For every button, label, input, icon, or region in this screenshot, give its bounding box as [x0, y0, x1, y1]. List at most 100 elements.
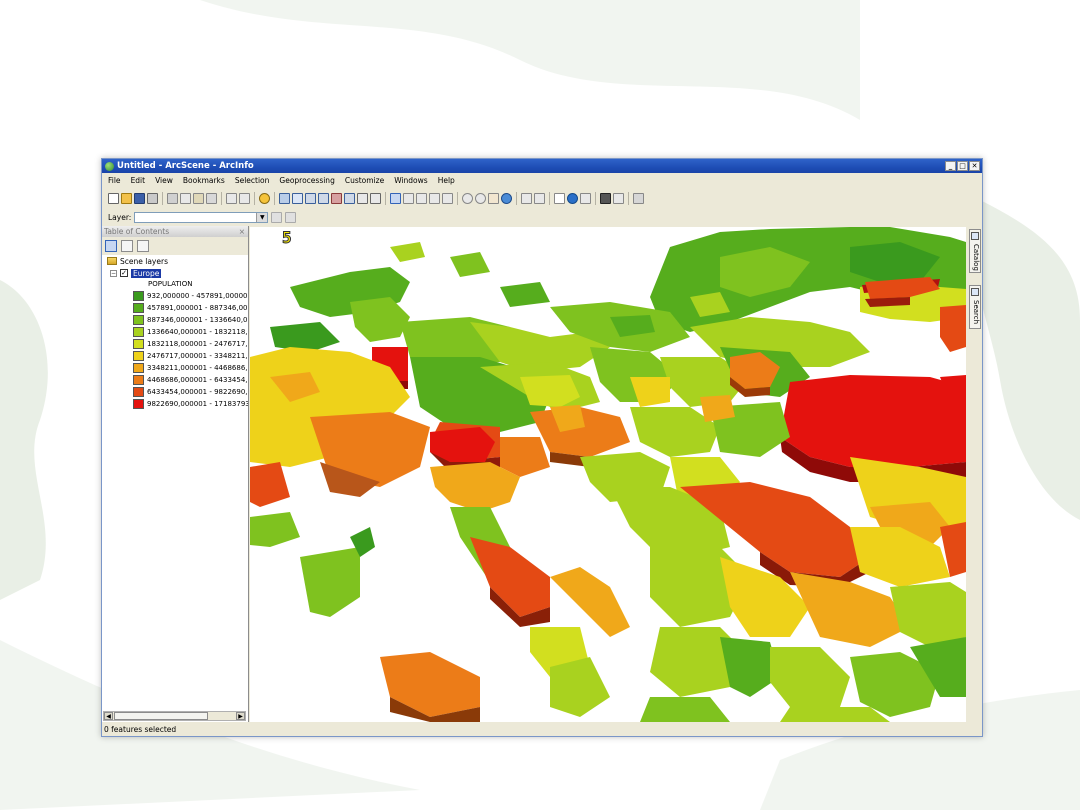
legend-class-item[interactable]: 887346,000001 - 1336640,000000 — [104, 314, 248, 326]
html-popup-icon[interactable] — [580, 192, 591, 204]
narrow-fov-icon[interactable] — [521, 192, 532, 204]
layer-tree: Scene layers − ✓ Europe POPULATION 932,0… — [102, 255, 248, 410]
legend-class-item[interactable]: 2476717,000001 - 3348211,000000 — [104, 350, 248, 362]
legend-class-label: 887346,000001 - 1336640,000000 — [147, 316, 248, 324]
widen-fov-icon[interactable] — [534, 192, 545, 204]
menu-file[interactable]: File — [108, 176, 121, 185]
search-window-icon[interactable] — [318, 192, 329, 204]
identify-icon[interactable] — [567, 192, 578, 204]
menu-geoprocessing[interactable]: Geoprocessing — [279, 176, 334, 185]
maximize-button[interactable]: □ — [957, 161, 968, 171]
close-button[interactable]: ✕ — [969, 161, 980, 171]
undo-icon[interactable] — [226, 192, 237, 204]
target-center-icon[interactable] — [416, 192, 427, 204]
legend-swatch[interactable] — [133, 303, 144, 313]
menu-bar: File Edit View Bookmarks Selection Geopr… — [102, 174, 982, 187]
legend-class-item[interactable]: 1336640,000001 - 1832118,000000 — [104, 326, 248, 338]
table-of-contents-icon[interactable] — [292, 192, 303, 204]
zoom-to-target-icon[interactable] — [429, 192, 440, 204]
menu-selection[interactable]: Selection — [235, 176, 270, 185]
search-icon — [971, 288, 979, 296]
catalog-tab[interactable]: Catalog — [969, 229, 981, 273]
menu-bookmarks[interactable]: Bookmarks — [183, 176, 225, 185]
layer-dropdown[interactable]: ▼ — [134, 211, 269, 223]
fly-icon[interactable] — [403, 192, 414, 204]
3d-scene-view[interactable]: 5 — [250, 227, 966, 722]
scroll-right-icon[interactable]: ▶ — [236, 712, 245, 720]
menu-windows[interactable]: Windows — [394, 176, 427, 185]
list-by-drawing-order-icon[interactable] — [105, 240, 117, 252]
full-extent-icon[interactable] — [501, 192, 512, 204]
menu-customize[interactable]: Customize — [345, 176, 384, 185]
legend-class-item[interactable]: 9822690,000001 - 17183793,000000 — [104, 398, 248, 410]
set-observer-icon[interactable] — [442, 192, 453, 204]
legend-swatch[interactable] — [133, 375, 144, 385]
list-by-visibility-icon[interactable] — [137, 240, 149, 252]
legend-class-item[interactable]: 932,000000 - 457891,000000 — [104, 290, 248, 302]
legend-class-item[interactable]: 1832118,000001 - 2476717,000000 — [104, 338, 248, 350]
legend-swatch[interactable] — [133, 351, 144, 361]
delete-icon[interactable] — [206, 192, 217, 204]
redo-icon[interactable] — [239, 192, 250, 204]
copy-icon[interactable] — [180, 192, 191, 204]
animation-icon[interactable] — [633, 192, 644, 204]
minimize-button[interactable]: _ — [945, 161, 956, 171]
legend-swatch[interactable] — [133, 315, 144, 325]
menu-edit[interactable]: Edit — [131, 176, 146, 185]
layer-visibility-checkbox[interactable]: ✓ — [120, 269, 128, 277]
legend-class-item[interactable]: 4468686,000001 - 6433454,000000 — [104, 374, 248, 386]
scroll-left-icon[interactable]: ◀ — [104, 712, 113, 720]
zoom-in-icon[interactable] — [462, 192, 473, 204]
legend-class-label: 932,000000 - 457891,000000 — [147, 292, 249, 300]
search-tab-label: Search — [972, 300, 980, 325]
legend-class-item[interactable]: 6433454,000001 - 9822690,000000 — [104, 386, 248, 398]
menu-help[interactable]: Help — [438, 176, 455, 185]
europe-layer-label[interactable]: Europe — [131, 268, 162, 278]
legend-class-item[interactable]: 457891,000001 - 887346,000000 — [104, 302, 248, 314]
horizontal-scrollbar[interactable]: ◀ ▶ — [103, 711, 246, 721]
layer-tool-1-icon[interactable] — [271, 211, 283, 223]
find-binoculars-icon[interactable] — [600, 192, 611, 204]
measure-icon[interactable] — [613, 192, 624, 204]
layer-toolbar: Layer: ▼ — [102, 209, 982, 225]
new-document-icon[interactable] — [108, 192, 119, 204]
legend-class-item[interactable]: 3348211,000001 - 4468686,000000 — [104, 362, 248, 374]
navigate-icon[interactable] — [390, 192, 401, 204]
model-builder-icon[interactable] — [357, 192, 368, 204]
window-title: Untitled - ArcScene - ArcInfo — [117, 161, 254, 171]
chevron-down-icon[interactable]: ▼ — [256, 212, 268, 222]
scene-properties-icon[interactable] — [279, 192, 290, 204]
toc-close-icon[interactable]: ⨯ — [239, 226, 245, 237]
pan-hand-icon[interactable] — [488, 192, 499, 204]
print-icon[interactable] — [147, 192, 158, 204]
legend-swatch[interactable] — [133, 363, 144, 373]
paste-icon[interactable] — [193, 192, 204, 204]
save-icon[interactable] — [134, 192, 145, 204]
legend-swatch[interactable] — [133, 399, 144, 409]
add-data-icon[interactable] — [259, 192, 270, 204]
scrollbar-thumb[interactable] — [114, 712, 208, 720]
collapse-icon[interactable]: − — [110, 269, 117, 277]
legend-class-label: 1336640,000001 - 1832118,000000 — [147, 328, 248, 336]
list-by-source-icon[interactable] — [121, 240, 133, 252]
arctoolbox-icon[interactable] — [331, 192, 342, 204]
layer-tool-2-icon[interactable] — [285, 211, 297, 223]
legend-swatch[interactable] — [133, 339, 144, 349]
legend-swatch[interactable] — [133, 327, 144, 337]
legend-swatch[interactable] — [133, 387, 144, 397]
scene-layers-node[interactable]: Scene layers — [104, 255, 248, 267]
legend-classes: 932,000000 - 457891,000000 457891,000001 … — [104, 290, 248, 410]
zoom-out-icon[interactable] — [475, 192, 486, 204]
search-tab[interactable]: Search — [969, 285, 981, 329]
europe-layer-node[interactable]: − ✓ Europe — [104, 267, 248, 279]
cut-icon[interactable] — [167, 192, 178, 204]
help-icon[interactable] — [370, 192, 381, 204]
menu-view[interactable]: View — [155, 176, 173, 185]
select-features-icon[interactable] — [554, 192, 565, 204]
open-folder-icon[interactable] — [121, 192, 132, 204]
legend-class-label: 2476717,000001 - 3348211,000000 — [147, 352, 248, 360]
catalog-window-icon[interactable] — [305, 192, 316, 204]
python-window-icon[interactable] — [344, 192, 355, 204]
legend-swatch[interactable] — [133, 291, 144, 301]
frame-rate-indicator: 5 — [282, 228, 293, 247]
